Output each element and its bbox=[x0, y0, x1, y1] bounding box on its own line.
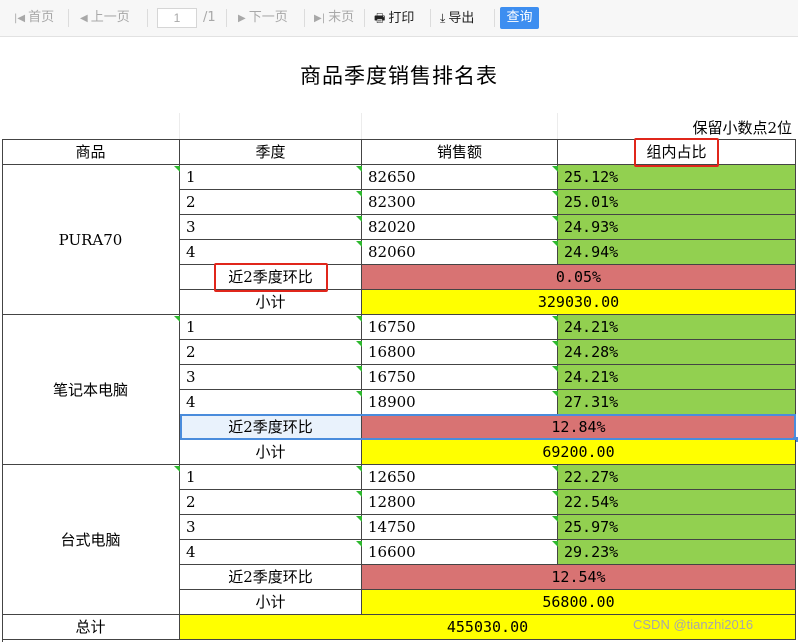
sales-ranking-table: 商品 季度 销售额 组内占比 PURA70 1 82650 25.12% 2 82300 25.01… bbox=[0, 0, 798, 642]
ratio-cell[interactable]: 22.54% bbox=[558, 490, 796, 515]
ratio-cell[interactable]: 27.31% bbox=[558, 390, 796, 415]
cell-marker-icon bbox=[356, 516, 362, 522]
subtotal-label-cell[interactable]: 小计 bbox=[180, 440, 362, 465]
product-name-cell[interactable]: 笔记本电脑 bbox=[2, 315, 180, 465]
watermark-text: CSDN @tianzhi2016 bbox=[633, 617, 754, 632]
annotation-highlight-box bbox=[214, 263, 328, 292]
sales-cell[interactable]: 82020 bbox=[362, 215, 558, 240]
sales-cell[interactable]: 14750 bbox=[362, 515, 558, 540]
qoq-value-cell[interactable]: 12.54% bbox=[362, 565, 796, 590]
cell-marker-icon bbox=[356, 466, 362, 472]
cell-marker-icon bbox=[174, 166, 180, 172]
header-sales: 销售额 bbox=[362, 140, 558, 165]
selection-outline bbox=[180, 414, 796, 440]
cell-marker-icon bbox=[552, 191, 558, 197]
ratio-cell[interactable]: 25.97% bbox=[558, 515, 796, 540]
cell-marker-icon bbox=[174, 466, 180, 472]
quarter-cell[interactable]: 1 bbox=[180, 315, 362, 340]
cell-marker-icon bbox=[552, 516, 558, 522]
quarter-cell[interactable]: 4 bbox=[180, 540, 362, 565]
cell-marker-icon bbox=[552, 466, 558, 472]
subtotal-label-cell[interactable]: 小计 bbox=[180, 290, 362, 315]
quarter-cell[interactable]: 1 bbox=[180, 465, 362, 490]
cell-marker-icon bbox=[356, 341, 362, 347]
sales-cell[interactable]: 12800 bbox=[362, 490, 558, 515]
subtotal-value-cell[interactable]: 56800.00 bbox=[362, 590, 796, 615]
ratio-cell[interactable]: 24.93% bbox=[558, 215, 796, 240]
product-name-cell[interactable]: 台式电脑 bbox=[2, 465, 180, 615]
ratio-cell[interactable]: 24.21% bbox=[558, 315, 796, 340]
ratio-cell[interactable]: 29.23% bbox=[558, 540, 796, 565]
cell-marker-icon bbox=[174, 316, 180, 322]
cell-marker-icon bbox=[356, 491, 362, 497]
quarter-cell[interactable]: 3 bbox=[180, 515, 362, 540]
quarter-cell[interactable]: 4 bbox=[180, 390, 362, 415]
header-quarter: 季度 bbox=[180, 140, 362, 165]
qoq-value-cell[interactable]: 0.05% bbox=[362, 265, 796, 290]
ratio-cell[interactable]: 24.28% bbox=[558, 340, 796, 365]
quarter-cell[interactable]: 4 bbox=[180, 240, 362, 265]
total-label-cell[interactable]: 总计 bbox=[2, 615, 180, 640]
cell-marker-icon bbox=[552, 241, 558, 247]
cell-marker-icon bbox=[356, 541, 362, 547]
cell-marker-icon bbox=[356, 366, 362, 372]
quarter-cell[interactable]: 3 bbox=[180, 365, 362, 390]
cell-marker-icon bbox=[356, 316, 362, 322]
quarter-cell[interactable]: 3 bbox=[180, 215, 362, 240]
qoq-label-cell[interactable]: 近2季度环比 bbox=[180, 565, 362, 590]
sales-cell[interactable]: 82300 bbox=[362, 190, 558, 215]
sales-cell[interactable]: 82650 bbox=[362, 165, 558, 190]
sales-cell[interactable]: 82060 bbox=[362, 240, 558, 265]
quarter-cell[interactable]: 1 bbox=[180, 165, 362, 190]
cell-marker-icon bbox=[552, 341, 558, 347]
sales-cell[interactable]: 16750 bbox=[362, 365, 558, 390]
cell-marker-icon bbox=[356, 241, 362, 247]
sales-cell[interactable]: 16600 bbox=[362, 540, 558, 565]
cell-marker-icon bbox=[552, 366, 558, 372]
cell-marker-icon bbox=[356, 166, 362, 172]
cell-marker-icon bbox=[552, 541, 558, 547]
header-product: 商品 bbox=[2, 140, 180, 165]
annotation-highlight-box bbox=[634, 138, 719, 167]
cell-marker-icon bbox=[356, 391, 362, 397]
sales-cell[interactable]: 16800 bbox=[362, 340, 558, 365]
quarter-cell[interactable]: 2 bbox=[180, 490, 362, 515]
cell-marker-icon bbox=[552, 166, 558, 172]
cell-marker-icon bbox=[552, 491, 558, 497]
subtotal-value-cell[interactable]: 69200.00 bbox=[362, 440, 796, 465]
sales-cell[interactable]: 18900 bbox=[362, 390, 558, 415]
ratio-cell[interactable]: 22.27% bbox=[558, 465, 796, 490]
subtotal-label-cell[interactable]: 小计 bbox=[180, 590, 362, 615]
cell-marker-icon bbox=[552, 391, 558, 397]
cell-marker-icon bbox=[356, 191, 362, 197]
ratio-cell[interactable]: 25.01% bbox=[558, 190, 796, 215]
ratio-cell[interactable]: 24.21% bbox=[558, 365, 796, 390]
quarter-cell[interactable]: 2 bbox=[180, 340, 362, 365]
product-name-cell[interactable]: PURA70 bbox=[2, 165, 180, 315]
ratio-cell[interactable]: 24.94% bbox=[558, 240, 796, 265]
sales-cell[interactable]: 16750 bbox=[362, 315, 558, 340]
cell-marker-icon bbox=[356, 216, 362, 222]
cell-marker-icon bbox=[552, 316, 558, 322]
subtotal-value-cell[interactable]: 329030.00 bbox=[362, 290, 796, 315]
quarter-cell[interactable]: 2 bbox=[180, 190, 362, 215]
sales-cell[interactable]: 12650 bbox=[362, 465, 558, 490]
cell-marker-icon bbox=[552, 216, 558, 222]
ratio-cell[interactable]: 25.12% bbox=[558, 165, 796, 190]
